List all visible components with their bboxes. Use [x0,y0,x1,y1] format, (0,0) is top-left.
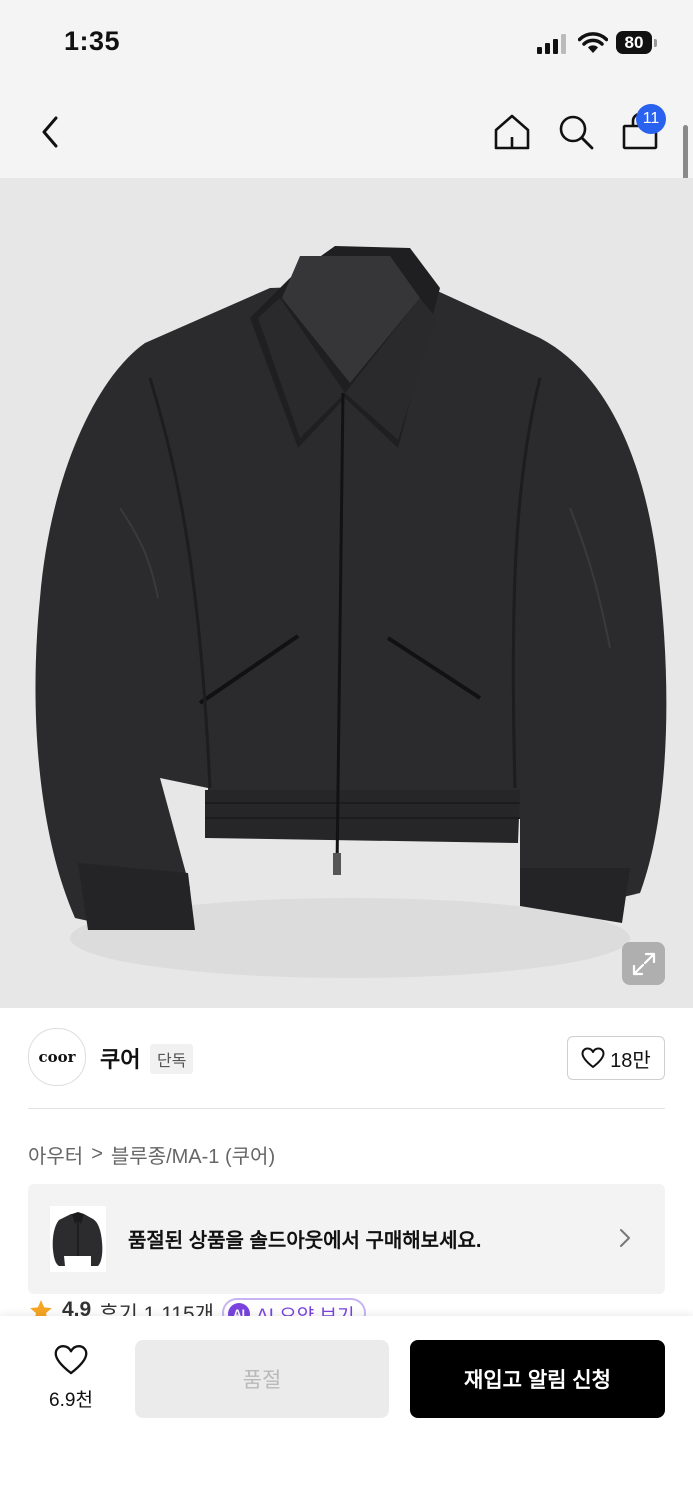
brand-like-count: 18만 [610,1049,651,1072]
product-thumbnail [50,1206,106,1272]
jacket-thumbnail-icon [52,1212,103,1266]
expand-image-button[interactable] [622,942,665,985]
battery-level: 80 [616,31,652,54]
home-button[interactable] [488,108,536,156]
chevron-left-icon [42,116,58,148]
product-image[interactable] [0,178,693,1008]
status-bar: 1:35 80 [0,0,693,88]
top-nav-bar [0,88,693,178]
brand-like-button[interactable]: 18만 [567,1036,665,1080]
divider [28,1108,665,1109]
breadcrumb-separator: > [91,1143,103,1165]
breadcrumb: 아우터 > 블루종/MA-1 (쿠어) [28,1140,275,1169]
status-time: 1:35 [64,26,121,56]
search-icon [559,115,594,150]
soldout-button[interactable]: 품절 [135,1340,389,1418]
back-button[interactable] [28,110,72,154]
brand-row: coor 쿠어 단독 18만 [28,1028,665,1086]
jacket-photo [35,246,667,978]
cart-count-badge: 11 [636,104,666,134]
wishlist-count: 6.9천 [49,1390,93,1411]
signal-icon [537,34,566,54]
search-button[interactable] [552,108,600,156]
exclusive-badge: 단독 [150,1044,194,1074]
heart-icon [581,1047,605,1068]
soldout-promo-banner[interactable]: 품절된 상품을 솔드아웃에서 구매해보세요. [28,1184,665,1294]
battery-icon: 80 [616,31,658,56]
soldout-promo-text: 품절된 상품을 솔드아웃에서 구매해보세요. [128,1230,482,1252]
bottom-action-bar: 6.9천 품절 재입고 알림 신청 [0,1316,693,1500]
breadcrumb-category[interactable]: 아우터 [28,1140,83,1169]
home-icon [494,114,530,150]
breadcrumb-subcategory[interactable]: 블루종/MA-1 (쿠어) [111,1140,275,1169]
wifi-icon [578,32,608,53]
chevron-right-icon [620,1229,630,1247]
expand-icon [632,952,655,975]
heart-icon [54,1345,88,1375]
wishlist-button[interactable]: 6.9천 [36,1344,106,1412]
brand-name[interactable]: 쿠어 [100,1042,140,1074]
brand-logo[interactable]: coor [28,1028,86,1086]
restock-alert-button[interactable]: 재입고 알림 신청 [410,1340,665,1418]
